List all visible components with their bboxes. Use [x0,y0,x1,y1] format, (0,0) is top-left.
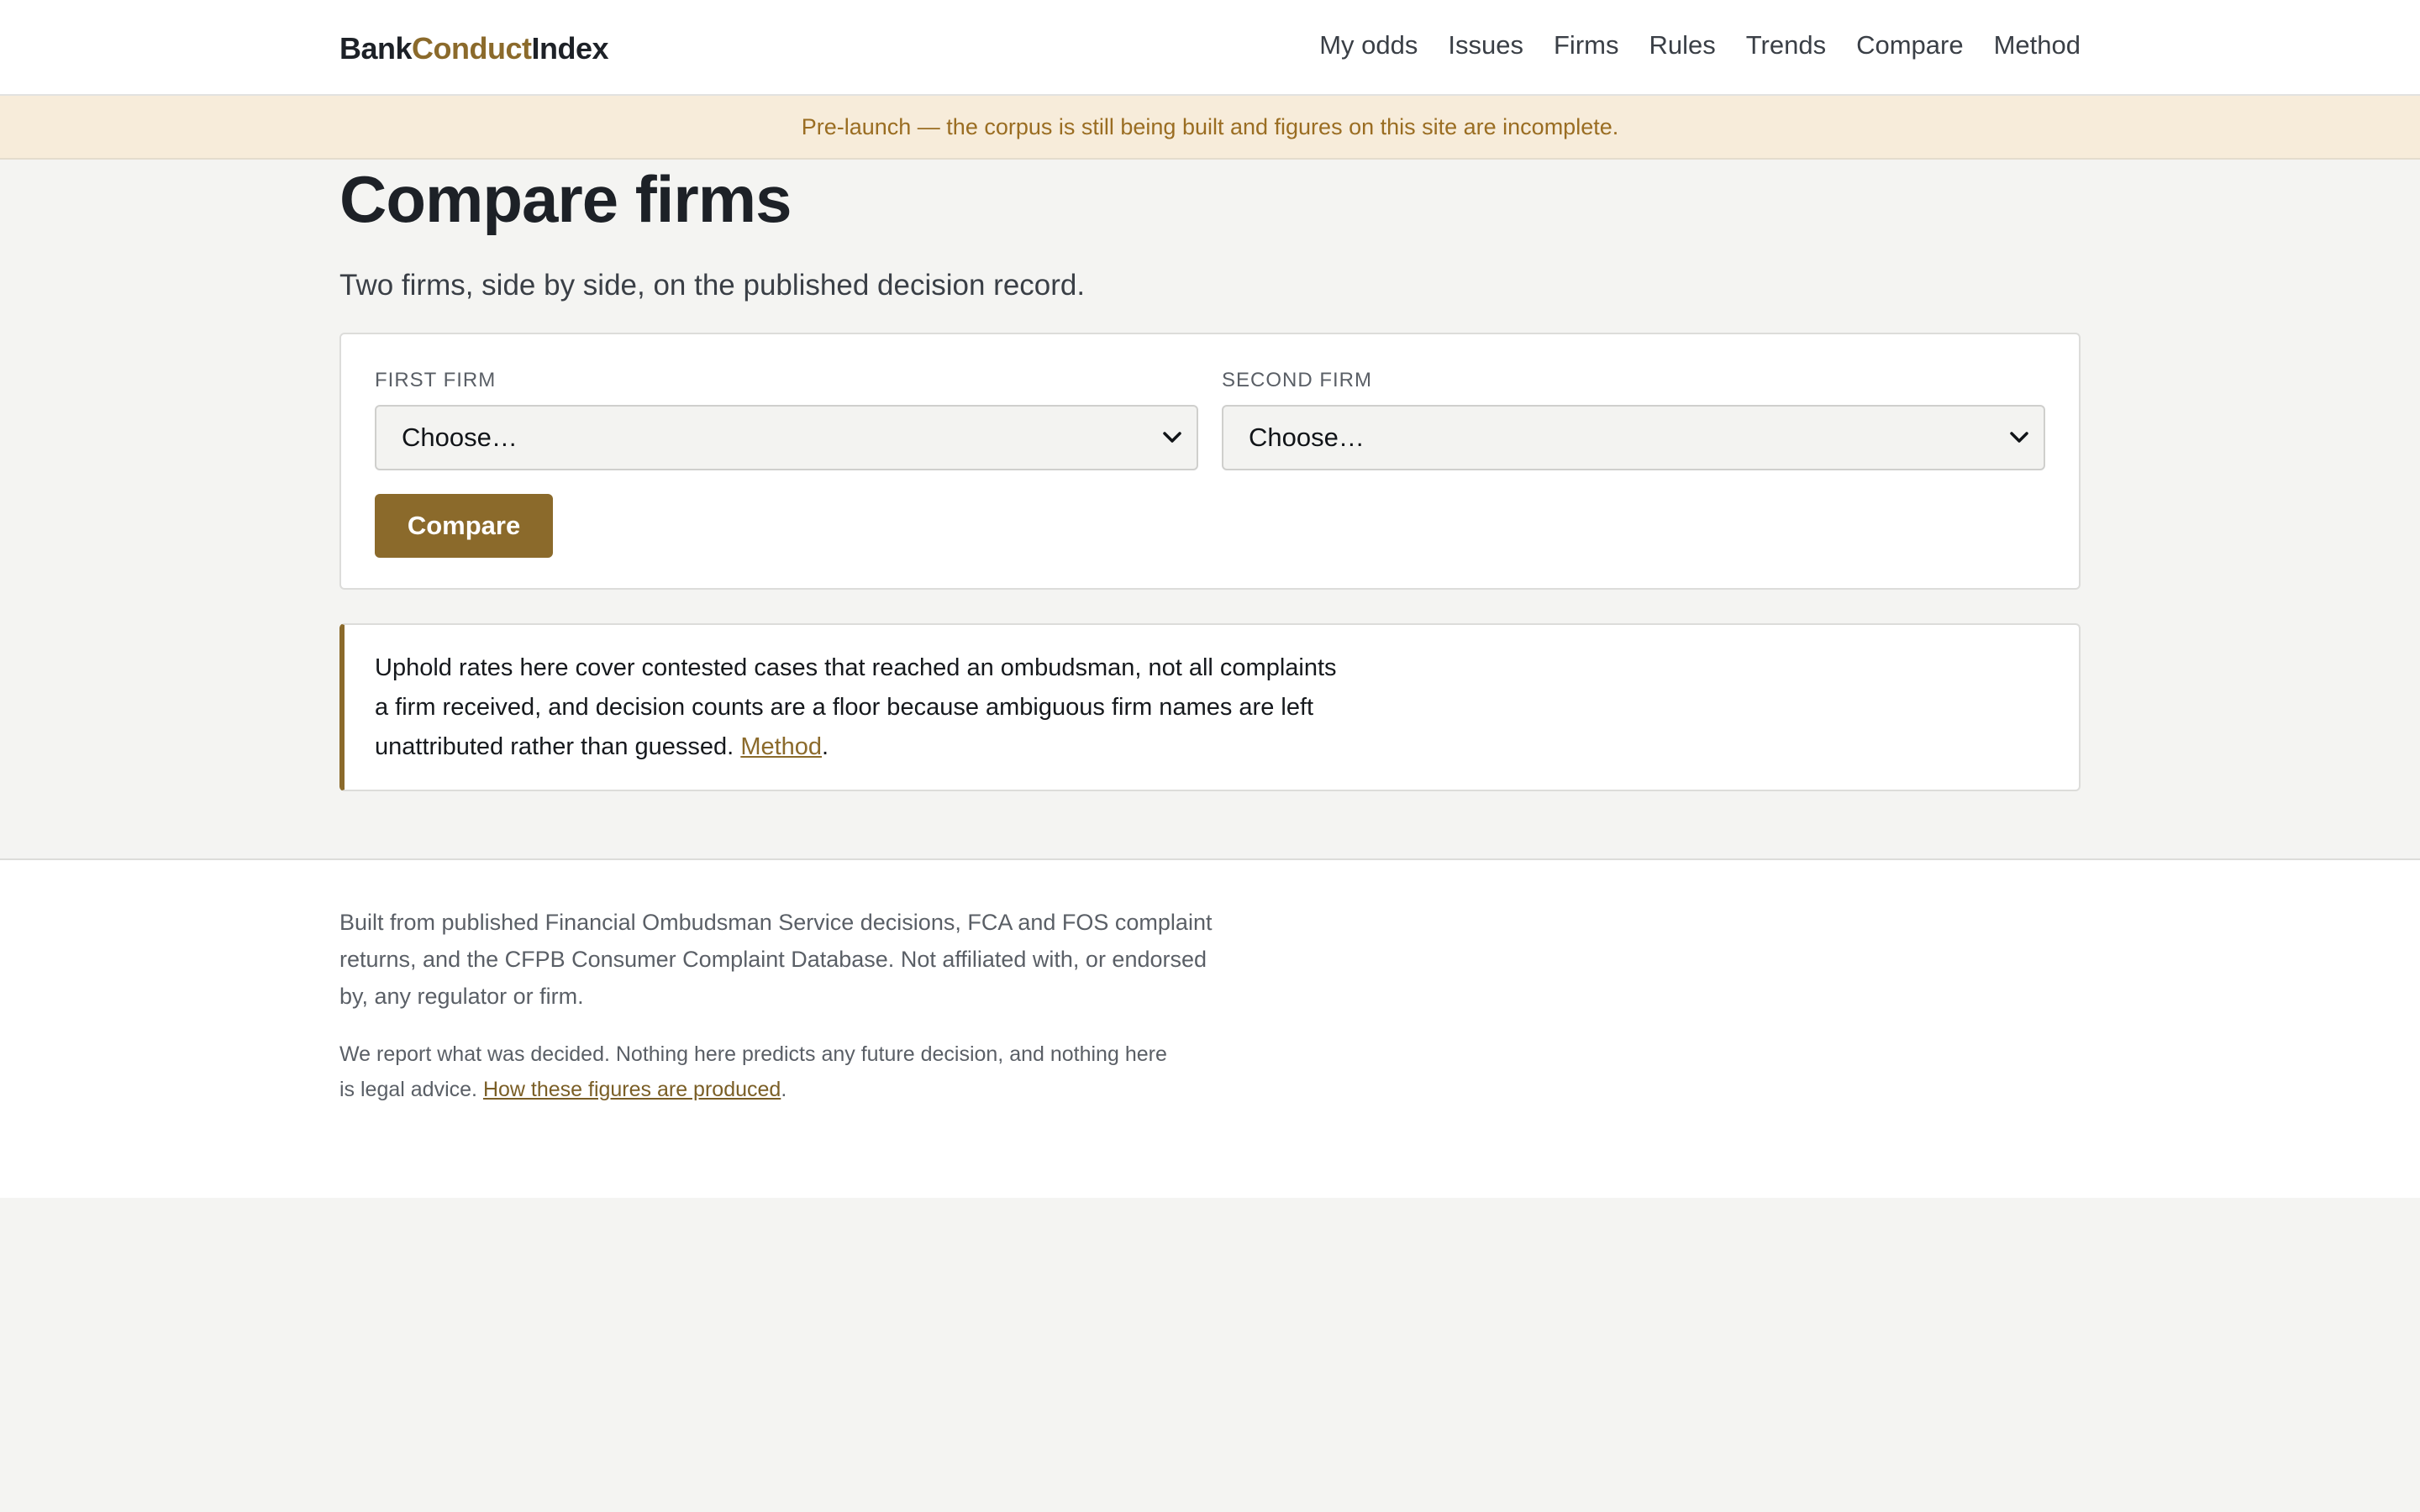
chevron-down-icon [1161,427,1183,449]
method-note: Uphold rates here cover contested cases … [339,623,2081,791]
note-text: Uphold rates here cover contested cases … [375,648,1341,767]
second-firm-field: SECOND FIRM Choose… [1222,368,2045,470]
site-footer: Built from published Financial Ombudsman… [0,858,2420,1198]
first-firm-field: FIRST FIRM Choose… [375,368,1198,470]
main-nav: My odds Issues Firms Rules Trends Compar… [1319,30,2081,60]
nav-trends[interactable]: Trends [1746,30,1826,60]
footer-inner: Built from published Financial Ombudsman… [339,860,2081,1107]
first-firm-value: Choose… [402,423,518,452]
prelaunch-banner: Pre-launch — the corpus is still being b… [0,96,2420,160]
second-firm-label: SECOND FIRM [1222,369,1372,391]
nav-rules[interactable]: Rules [1649,30,1715,60]
nav-compare[interactable]: Compare [1856,30,1964,60]
first-firm-select[interactable]: Choose… [375,405,1198,470]
nav-method[interactable]: Method [1994,30,2081,60]
nav-firms[interactable]: Firms [1554,30,1618,60]
note-method-link[interactable]: Method [740,733,822,760]
chevron-down-icon [2008,427,2030,449]
site-logo[interactable]: BankConductIndex [339,31,609,66]
compare-form: FIRST FIRM Choose… SECOND FIRM Choose… C… [339,333,2081,590]
banner-text: Pre-launch — the corpus is still being b… [801,113,1619,139]
logo-part-index: Index [531,31,609,66]
compare-button[interactable]: Compare [375,494,553,558]
second-firm-select[interactable]: Choose… [1222,405,2045,470]
nav-my-odds[interactable]: My odds [1319,30,1418,60]
main-content: Compare firms Two firms, side by side, o… [339,161,2081,791]
logo-part-conduct: Conduct [412,31,532,66]
site-header: BankConductIndex My odds Issues Firms Ru… [0,0,2420,96]
footer-disclaimer-end: . [781,1078,787,1101]
nav-issues[interactable]: Issues [1448,30,1523,60]
page-subtitle: Two firms, side by side, on the publishe… [339,269,1086,302]
first-firm-label: FIRST FIRM [375,369,497,391]
note-end: . [822,733,829,760]
footer-figures-link[interactable]: How these figures are produced [483,1078,781,1101]
note-body: Uphold rates here cover contested cases … [375,654,1337,760]
footer-sources: Built from published Financial Ombudsman… [339,910,1213,1009]
page-title: Compare firms [339,162,792,236]
header-inner: BankConductIndex My odds Issues Firms Ru… [339,0,2081,94]
firm-fields: FIRST FIRM Choose… SECOND FIRM Choose… [375,368,2045,470]
logo-part-bank: Bank [339,31,413,66]
footer-disclaimer: We report what was decided. Nothing here… [339,1037,1180,1107]
second-firm-value: Choose… [1249,423,1365,452]
